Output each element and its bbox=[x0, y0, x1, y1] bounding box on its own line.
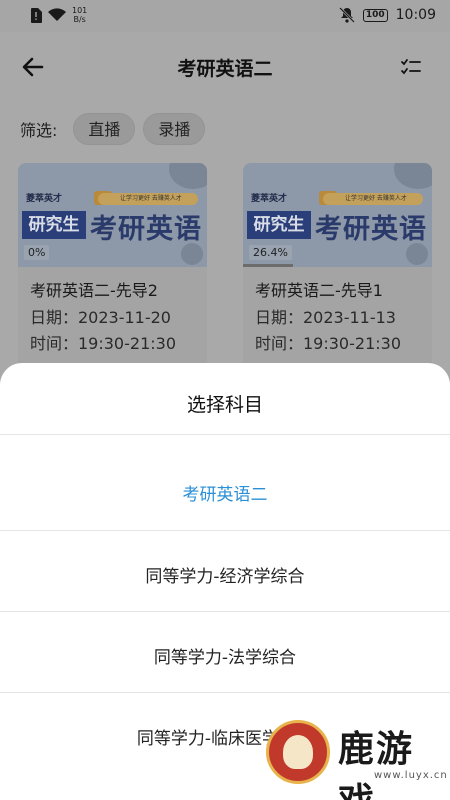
filter-chip-recorded[interactable]: 录播 bbox=[143, 113, 206, 145]
page-title: 考研英语二 bbox=[177, 58, 273, 80]
app-header: 考研英语二 bbox=[0, 32, 450, 100]
course-card[interactable]: 菱萃英才 让学习更好 去赚英人才 研究生 考研英语 0% 考研英语二-先导2 日… bbox=[18, 163, 207, 373]
divider bbox=[0, 692, 450, 693]
course-date: 日期：2023-11-13 bbox=[255, 308, 396, 327]
divider bbox=[0, 530, 450, 531]
checklist-icon[interactable] bbox=[400, 56, 422, 78]
course-card[interactable]: 菱萃英才 让学习更好 去赚英人才 研究生 考研英语 26.4% 考研英语二-先导… bbox=[243, 163, 432, 373]
wifi-icon bbox=[48, 8, 66, 21]
banner-badge: 研究生 bbox=[22, 211, 86, 239]
filter-chip-live[interactable]: 直播 bbox=[73, 113, 136, 145]
watermark: 鹿游戏 www.luyx.cn bbox=[262, 712, 450, 800]
course-title: 考研英语二-先导2 bbox=[30, 281, 158, 300]
banner-title: 考研英语 bbox=[90, 214, 202, 245]
banner-title: 考研英语 bbox=[315, 214, 427, 245]
progress-bar bbox=[243, 264, 293, 267]
filter-bar: 筛选: 直播 录播 bbox=[20, 112, 206, 146]
battery-indicator: 100 bbox=[362, 8, 388, 22]
banner-tagline: 让学习更好 去赚英人才 bbox=[98, 193, 198, 205]
clock: 10:09 bbox=[395, 7, 436, 23]
progress-label: 26.4% bbox=[249, 245, 292, 260]
banner-tagline: 让学习更好 去赚英人才 bbox=[323, 193, 423, 205]
course-title: 考研英语二-先导1 bbox=[255, 281, 383, 300]
course-time: 时间：19:30-21:30 bbox=[255, 334, 401, 353]
network-speed: 101 B/s bbox=[72, 6, 88, 24]
watermark-url: www.luyx.cn bbox=[374, 770, 448, 781]
filter-label: 筛选: bbox=[20, 121, 58, 140]
divider bbox=[0, 611, 450, 612]
mute-bell-icon bbox=[338, 7, 355, 23]
banner-badge: 研究生 bbox=[247, 211, 311, 239]
sim-card-icon bbox=[31, 7, 42, 23]
sheet-title: 选择科目 bbox=[186, 394, 263, 416]
course-date: 日期：2023-11-20 bbox=[30, 308, 171, 327]
subject-option[interactable]: 同等学力-法学综合 bbox=[0, 643, 450, 668]
course-thumbnail: 菱萃英才 让学习更好 去赚英人才 研究生 考研英语 0% bbox=[18, 163, 207, 267]
status-bar: 101 B/s 100 10:09 bbox=[0, 0, 450, 32]
brand-name: 菱萃英才 bbox=[251, 194, 288, 204]
course-thumbnail: 菱萃英才 让学习更好 去赚英人才 研究生 考研英语 26.4% bbox=[243, 163, 432, 267]
brand-name: 菱萃英才 bbox=[26, 194, 63, 204]
course-time: 时间：19:30-21:30 bbox=[30, 334, 176, 353]
subject-option[interactable]: 同等学力-经济学综合 bbox=[0, 562, 450, 587]
progress-label: 0% bbox=[24, 245, 50, 260]
watermark-text: 鹿游戏 bbox=[338, 728, 415, 800]
divider bbox=[0, 434, 450, 435]
deer-logo-icon bbox=[266, 720, 330, 784]
subject-option[interactable]: 考研英语二 bbox=[0, 480, 450, 505]
